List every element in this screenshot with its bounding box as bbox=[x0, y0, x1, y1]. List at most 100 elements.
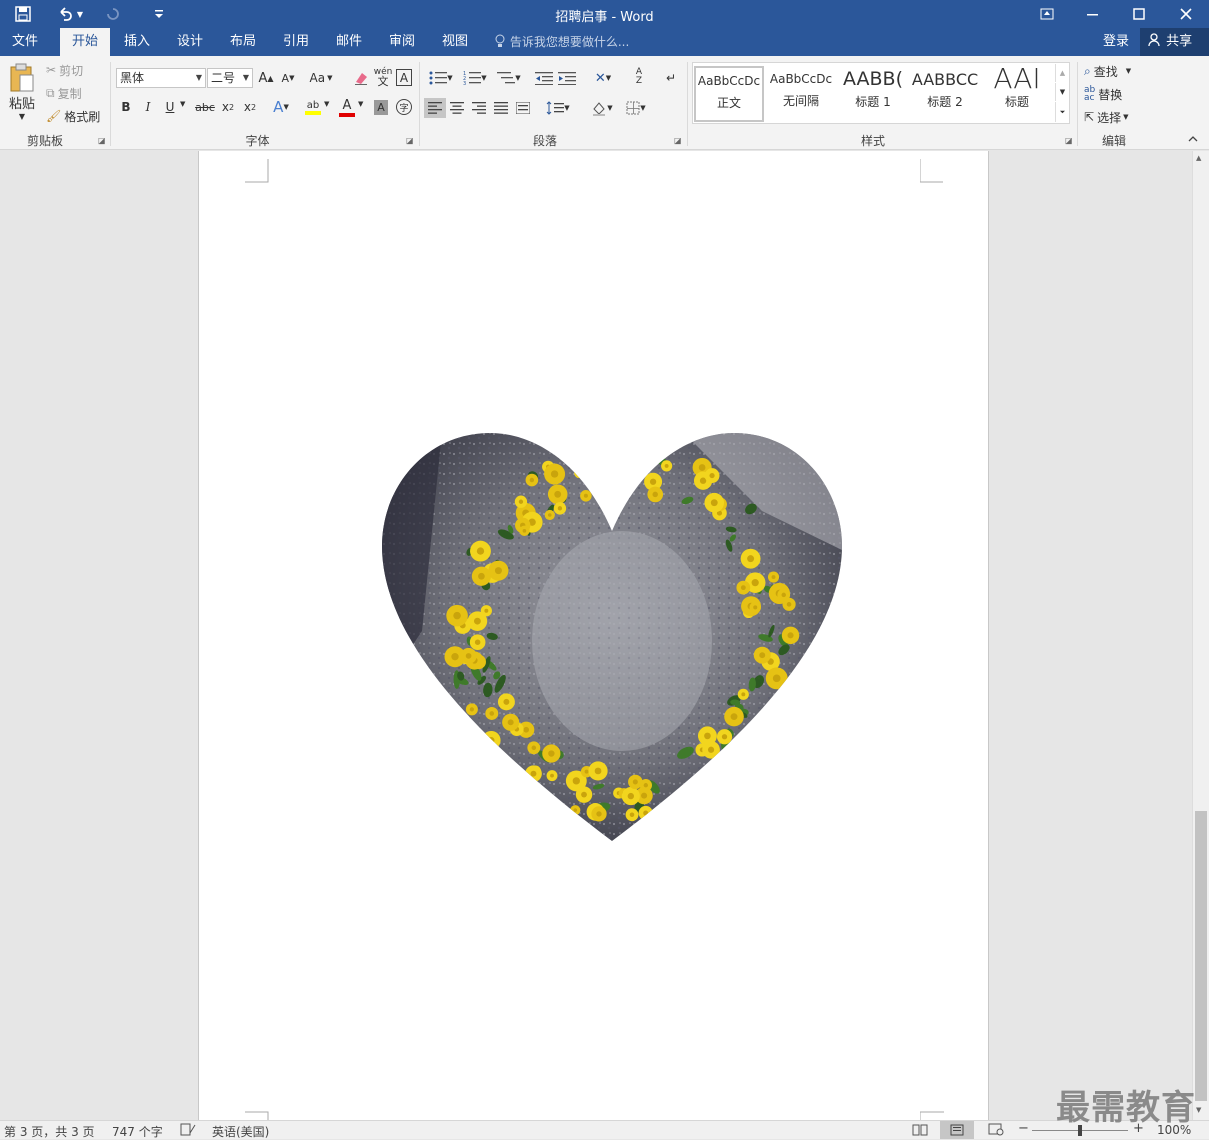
style-title[interactable]: AAI 标题 bbox=[982, 62, 1052, 122]
maximize-icon[interactable] bbox=[1116, 0, 1162, 28]
increase-indent-icon[interactable] bbox=[557, 69, 577, 87]
style-heading-1[interactable]: AABB( 标题 1 bbox=[838, 66, 908, 122]
tab-insert[interactable]: 插入 bbox=[112, 28, 162, 56]
tab-references[interactable]: 引用 bbox=[271, 28, 321, 56]
tab-design[interactable]: 设计 bbox=[165, 28, 215, 56]
styles-more-icon[interactable]: ⏷ bbox=[1055, 102, 1069, 122]
highlight-dropdown-icon[interactable]: ▼ bbox=[324, 100, 329, 108]
bullets-icon[interactable]: ▼ bbox=[426, 69, 456, 87]
select-button[interactable]: ⇱ 选择 ▼ bbox=[1084, 108, 1128, 126]
styles-scroll-up-icon[interactable]: ▲ bbox=[1055, 64, 1069, 82]
shading-icon[interactable]: ▼ bbox=[586, 98, 618, 118]
document-page[interactable] bbox=[198, 151, 989, 1120]
tab-layout[interactable]: 布局 bbox=[218, 28, 268, 56]
clear-formatting-icon[interactable] bbox=[352, 69, 370, 87]
editing-group-label: 编辑 bbox=[1101, 134, 1126, 148]
font-name-combo[interactable]: 黑体 ▼ bbox=[116, 68, 206, 88]
print-layout-icon[interactable] bbox=[940, 1121, 974, 1139]
grow-font-icon[interactable]: A ▲ bbox=[258, 69, 274, 87]
superscript-icon[interactable]: x2 bbox=[242, 98, 258, 116]
character-shading-icon[interactable]: A bbox=[374, 100, 388, 115]
share-button[interactable]: 共享 bbox=[1140, 28, 1209, 56]
tab-file[interactable]: 文件 bbox=[0, 28, 50, 56]
enclose-characters-icon[interactable]: 字 bbox=[396, 99, 412, 115]
show-formatting-marks-icon[interactable]: ↵ bbox=[662, 69, 680, 87]
web-layout-icon[interactable] bbox=[988, 1123, 1004, 1139]
paste-button[interactable]: 粘贴 ▼ bbox=[4, 60, 40, 124]
subscript-icon[interactable]: x2 bbox=[220, 98, 236, 116]
style-heading-1-name: 标题 1 bbox=[855, 95, 891, 109]
underline-icon[interactable]: U bbox=[162, 98, 178, 116]
tab-home[interactable]: 开始 bbox=[60, 28, 110, 56]
paragraph-launcher-icon[interactable]: ◪ bbox=[674, 136, 682, 145]
font-size-combo[interactable]: 二号 ▼ bbox=[207, 68, 253, 88]
multilevel-list-icon[interactable]: ▼ bbox=[494, 69, 524, 87]
font-color-dropdown-icon[interactable]: ▼ bbox=[358, 100, 363, 108]
replace-button[interactable]: ab ac 替换 bbox=[1084, 85, 1122, 103]
format-painter-button[interactable]: 🖌 格式刷 bbox=[46, 108, 100, 124]
styles-launcher-icon[interactable]: ◪ bbox=[1065, 136, 1073, 145]
heart-shaped-picture[interactable] bbox=[382, 431, 844, 843]
styles-scroll-down-icon[interactable]: ▼ bbox=[1055, 83, 1069, 101]
character-border-icon[interactable]: A bbox=[396, 69, 412, 86]
close-icon[interactable] bbox=[1163, 0, 1209, 28]
scroll-up-icon[interactable]: ▲ bbox=[1196, 154, 1201, 162]
collapse-ribbon-icon[interactable] bbox=[1188, 136, 1198, 142]
select-dropdown-icon: ▼ bbox=[1123, 113, 1129, 121]
decrease-indent-icon[interactable] bbox=[534, 69, 554, 87]
clipboard-launcher-icon[interactable]: ◪ bbox=[98, 136, 106, 145]
italic-icon[interactable]: I bbox=[140, 98, 156, 116]
chinese-layout-icon[interactable]: ✕ ▼ bbox=[588, 69, 618, 87]
format-painter-label: 格式刷 bbox=[64, 109, 101, 124]
tab-review[interactable]: 审阅 bbox=[377, 28, 427, 56]
read-mode-icon[interactable] bbox=[912, 1123, 928, 1139]
underline-dropdown-icon[interactable]: ▼ bbox=[180, 100, 185, 108]
scroll-down-icon[interactable]: ▼ bbox=[1196, 1106, 1201, 1114]
align-right-icon[interactable] bbox=[469, 98, 489, 118]
scrollbar-thumb[interactable] bbox=[1195, 811, 1207, 1101]
sort-icon[interactable]: AZ bbox=[630, 67, 648, 87]
font-name-dropdown-icon[interactable]: ▼ bbox=[196, 69, 202, 87]
copy-button[interactable]: ⧉ 复制 bbox=[46, 85, 82, 101]
vertical-scrollbar[interactable]: ▲ ▼ bbox=[1192, 151, 1209, 1120]
borders-icon[interactable]: ▼ bbox=[620, 98, 652, 118]
word-count[interactable]: 747 个字 bbox=[112, 1123, 163, 1140]
font-launcher-icon[interactable]: ◪ bbox=[406, 136, 414, 145]
ribbon-display-options-icon[interactable] bbox=[1024, 0, 1070, 28]
style-title-preview: AAI bbox=[993, 62, 1041, 95]
change-case-button[interactable]: Aa ▼ bbox=[306, 69, 336, 87]
numbering-icon[interactable]: 1 2 3 ▼ bbox=[460, 69, 490, 87]
justify-icon[interactable] bbox=[491, 98, 511, 118]
page-count[interactable]: 第 3 页，共 3 页 bbox=[4, 1123, 95, 1140]
font-color-icon[interactable]: A bbox=[338, 96, 356, 118]
distributed-icon[interactable] bbox=[513, 98, 533, 118]
shrink-font-icon[interactable]: A ▼ bbox=[280, 69, 296, 87]
bold-icon[interactable]: B bbox=[118, 98, 134, 116]
tab-mailings[interactable]: 邮件 bbox=[324, 28, 374, 56]
strikethrough-icon[interactable]: abc bbox=[195, 98, 215, 116]
phonetic-guide-icon[interactable]: wén 文 bbox=[374, 66, 393, 88]
language-indicator[interactable]: 英语(美国) bbox=[212, 1123, 269, 1140]
style-no-spacing-name: 无间隔 bbox=[782, 94, 819, 108]
zoom-slider[interactable] bbox=[1032, 1125, 1128, 1136]
tab-view[interactable]: 视图 bbox=[430, 28, 480, 56]
style-no-spacing-preview: AaBbCcDc bbox=[769, 72, 833, 86]
style-normal[interactable]: AaBbCcDc 正文 bbox=[694, 66, 764, 122]
highlight-icon[interactable]: ab bbox=[302, 96, 324, 118]
text-effects-icon[interactable]: A ▼ bbox=[270, 98, 292, 116]
proofing-icon[interactable] bbox=[180, 1123, 196, 1139]
find-button[interactable]: ⌕ 查找 ▼ bbox=[1084, 62, 1131, 80]
align-center-icon[interactable] bbox=[447, 98, 467, 118]
minimize-icon[interactable] bbox=[1070, 0, 1116, 28]
align-left-icon[interactable] bbox=[424, 98, 446, 118]
zoom-out-icon[interactable]: − bbox=[1018, 1121, 1029, 1136]
style-heading-2[interactable]: AABBCC 标题 2 bbox=[910, 66, 980, 122]
login-link[interactable]: 登录 bbox=[1103, 28, 1129, 56]
style-no-spacing[interactable]: AaBbCcDc 无间隔 bbox=[766, 66, 836, 122]
cut-label: 剪切 bbox=[59, 63, 84, 78]
cut-button[interactable]: ✂ 剪切 bbox=[46, 62, 83, 78]
font-size-dropdown-icon[interactable]: ▼ bbox=[243, 69, 249, 87]
copy-label: 复制 bbox=[57, 86, 82, 101]
tell-me-box[interactable]: 告诉我您想要做什么... bbox=[494, 28, 629, 56]
line-spacing-icon[interactable]: ▼ bbox=[542, 98, 574, 118]
